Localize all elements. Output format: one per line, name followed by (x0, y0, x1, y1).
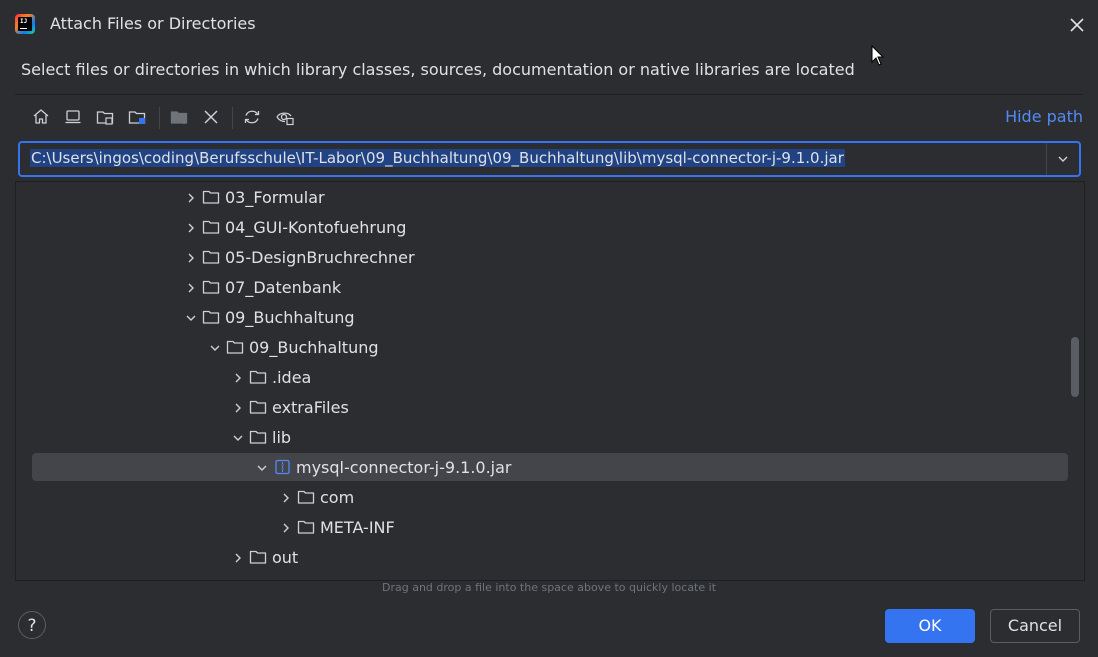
path-input-value[interactable]: C:\Users\ingos\coding\Berufsschule\IT-La… (30, 149, 845, 167)
cancel-button[interactable]: Cancel (990, 609, 1080, 643)
chevron-right-icon[interactable] (184, 281, 198, 295)
jar-archive-icon (275, 459, 290, 475)
tree-row-label: extraFiles (272, 398, 349, 417)
chevron-right-icon[interactable] (184, 191, 198, 205)
toolbar-separator (159, 107, 160, 129)
module-folder-icon[interactable] (124, 104, 150, 130)
home-icon[interactable] (28, 104, 54, 130)
tree-row-label: lib (272, 428, 292, 447)
new-folder-icon[interactable] (166, 104, 192, 130)
divider (15, 94, 1083, 95)
tree-row[interactable]: mysql-connector-j-9.1.0.jar (16, 453, 1084, 483)
dialog-description: Select files or directories in which lib… (21, 60, 855, 79)
folder-icon (202, 250, 220, 264)
chevron-right-icon[interactable] (184, 251, 198, 265)
show-hidden-icon[interactable] (272, 104, 298, 130)
tree-row[interactable]: lib (16, 423, 1084, 453)
tree-row[interactable]: 09_Buchhaltung (16, 303, 1084, 333)
chevron-right-icon[interactable] (231, 551, 245, 565)
project-folder-icon[interactable] (92, 104, 118, 130)
desktop-icon[interactable] (60, 104, 86, 130)
tree-row-label: 04_GUI-Kontofuehrung (225, 218, 407, 237)
tree-row[interactable]: .idea (16, 363, 1084, 393)
folder-icon (297, 520, 315, 534)
tree-row[interactable]: com (16, 483, 1084, 513)
tree-row-label: 07_Datenbank (225, 278, 342, 297)
tree-row[interactable]: 07_Datenbank (16, 273, 1084, 303)
vertical-scrollbar[interactable] (1071, 337, 1079, 397)
folder-icon (249, 430, 267, 444)
chevron-right-icon[interactable] (231, 371, 245, 385)
chevron-right-icon[interactable] (279, 491, 293, 505)
tree-row-label: .idea (272, 368, 312, 387)
intellij-app-icon: IJ (15, 14, 35, 34)
tree-row[interactable]: 05-DesignBruchrechner (16, 243, 1084, 273)
folder-icon (297, 490, 315, 504)
tree-row[interactable]: 09_Buchhaltung (16, 333, 1084, 363)
file-tree[interactable]: 03_Formular 04_GUI-Kontofuehrung 05-Design… (15, 181, 1085, 581)
close-icon[interactable] (1066, 14, 1088, 36)
toolbar-separator (232, 107, 233, 129)
folder-icon (226, 340, 244, 354)
folder-icon (202, 190, 220, 204)
chevron-down-icon[interactable] (184, 311, 198, 325)
tree-row-label: 09_Buchhaltung (249, 338, 379, 357)
ok-button[interactable]: OK (885, 609, 975, 643)
tree-row[interactable]: extraFiles (16, 393, 1084, 423)
tree-row-label: 03_Formular (225, 188, 325, 207)
help-button[interactable]: ? (18, 611, 46, 639)
mouse-cursor-icon (871, 45, 885, 66)
combobox-separator (1046, 143, 1047, 175)
chevron-down-icon[interactable] (1055, 151, 1071, 167)
tree-row-label: 05-DesignBruchrechner (225, 248, 415, 267)
folder-icon (202, 280, 220, 294)
tree-row-label: mysql-connector-j-9.1.0.jar (296, 458, 512, 477)
chevron-down-icon[interactable] (231, 431, 245, 445)
dialog-title: Attach Files or Directories (50, 14, 256, 33)
refresh-icon[interactable] (239, 104, 265, 130)
folder-icon (249, 370, 267, 384)
tree-row-label: 09_Buchhaltung (225, 308, 355, 327)
tree-row[interactable]: out (16, 543, 1084, 573)
hide-path-link[interactable]: Hide path (1005, 107, 1083, 126)
chevron-right-icon[interactable] (279, 521, 293, 535)
path-field[interactable]: C:\Users\ingos\coding\Berufsschule\IT-La… (18, 141, 1081, 177)
folder-icon (249, 550, 267, 564)
tree-row-label: out (272, 548, 299, 567)
chevron-right-icon[interactable] (231, 401, 245, 415)
chevron-right-icon[interactable] (184, 221, 198, 235)
tree-row[interactable]: 03_Formular (16, 183, 1084, 213)
delete-icon[interactable] (198, 104, 224, 130)
chevron-down-icon[interactable] (208, 341, 222, 355)
tree-row[interactable]: 04_GUI-Kontofuehrung (16, 213, 1084, 243)
tree-row-label: META-INF (320, 518, 395, 537)
folder-icon (202, 220, 220, 234)
chevron-down-icon[interactable] (255, 461, 269, 475)
folder-icon (249, 400, 267, 414)
title-bar: IJ Attach Files or Directories (0, 0, 1098, 48)
folder-icon (202, 310, 220, 324)
tree-row-label: com (320, 488, 355, 507)
drag-drop-hint: Drag and drop a file into the space abov… (381, 581, 717, 594)
tree-row[interactable]: META-INF (16, 513, 1084, 543)
